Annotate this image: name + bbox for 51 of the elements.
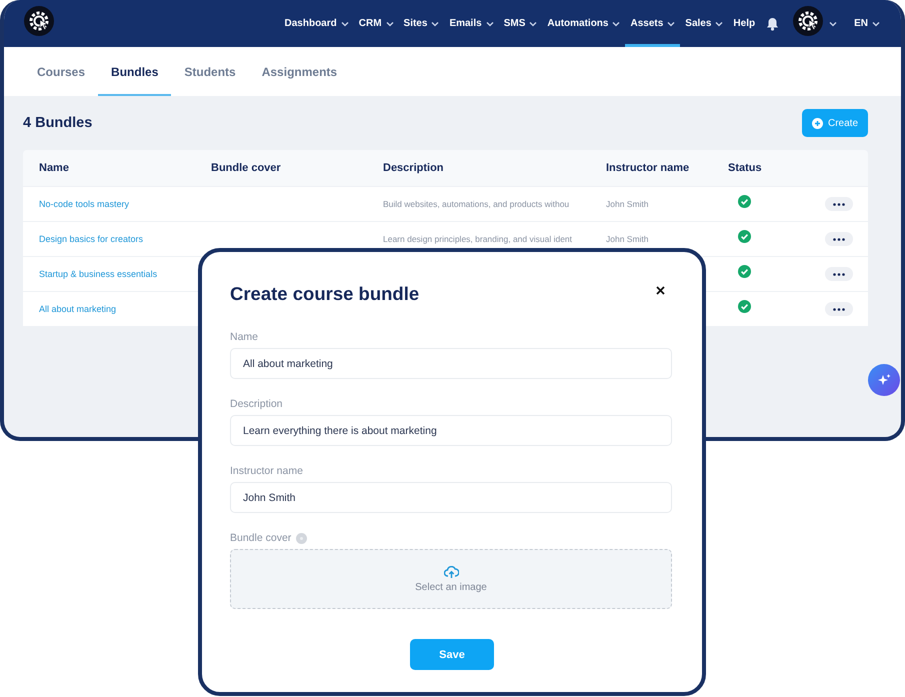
- info-icon: [296, 532, 308, 544]
- field-label: Bundle cover: [230, 532, 292, 544]
- table-cell-text: Learn design principles, branding, and visual ident: [383, 234, 574, 244]
- tab[interactable]: Bundles: [98, 47, 172, 96]
- dots-icon: [833, 308, 845, 310]
- column-header: Description: [383, 162, 445, 174]
- tab[interactable]: Assignments: [248, 47, 350, 96]
- close-icon: [656, 286, 665, 295]
- more-options-button[interactable]: [825, 232, 853, 246]
- field-label: Name: [230, 331, 258, 343]
- nav-menu-item[interactable]: Help: [728, 0, 760, 47]
- page-heading: 4 Bundles: [23, 115, 92, 131]
- nav-menu-item[interactable]: Automations: [542, 0, 626, 47]
- dots-icon: [833, 272, 845, 276]
- column-header: Instructor name: [606, 162, 690, 174]
- more-options-button[interactable]: [825, 267, 853, 281]
- caret-icon: [872, 20, 880, 26]
- column-header: Status: [728, 162, 763, 174]
- close-button[interactable]: [654, 284, 667, 297]
- table-cell-text: Build websites, automations, and products withou: [383, 199, 570, 209]
- caret-icon[interactable]: [829, 20, 838, 26]
- input-field[interactable]: All about marketing: [230, 348, 672, 379]
- input-field[interactable]: Learn everything there is about marketing: [230, 415, 672, 446]
- table-cell-text: John Smith: [606, 234, 650, 244]
- input-field[interactable]: John Smith: [230, 482, 672, 513]
- logo-icon[interactable]: [24, 6, 54, 36]
- nav-menu-item[interactable]: Emails: [444, 0, 499, 47]
- cloud-upload-icon: [444, 566, 458, 578]
- nav-menu-item[interactable]: Sales: [680, 0, 728, 47]
- column-header: Name: [39, 162, 70, 174]
- more-options-button[interactable]: [825, 197, 853, 211]
- plus-circle-icon: [812, 118, 823, 128]
- nav-menu-item[interactable]: Dashboard: [280, 0, 354, 47]
- more-options-button[interactable]: [825, 302, 853, 316]
- table-cell-text: John Smith: [606, 199, 650, 209]
- dots-icon: [833, 238, 845, 240]
- nav-menu-item[interactable]: Sites: [398, 0, 444, 47]
- field-label: Description: [230, 398, 283, 410]
- nav-menu-item[interactable]: SMS: [498, 0, 542, 47]
- tab[interactable]: Students: [171, 47, 249, 96]
- nav-menu-item[interactable]: CRM: [354, 0, 399, 47]
- avatar-icon[interactable]: [793, 6, 824, 36]
- language-menu[interactable]: EN: [849, 0, 885, 47]
- upload-hint: Select an image: [415, 582, 487, 592]
- sparkle-icon: [876, 372, 892, 388]
- dots-icon: [833, 202, 845, 206]
- dialog-title: Create course bundle: [230, 283, 420, 305]
- column-header: Bundle cover: [211, 162, 282, 174]
- field-label: Instructor name: [230, 465, 303, 477]
- tab[interactable]: Courses: [24, 47, 98, 96]
- bell-icon[interactable]: [766, 16, 780, 30]
